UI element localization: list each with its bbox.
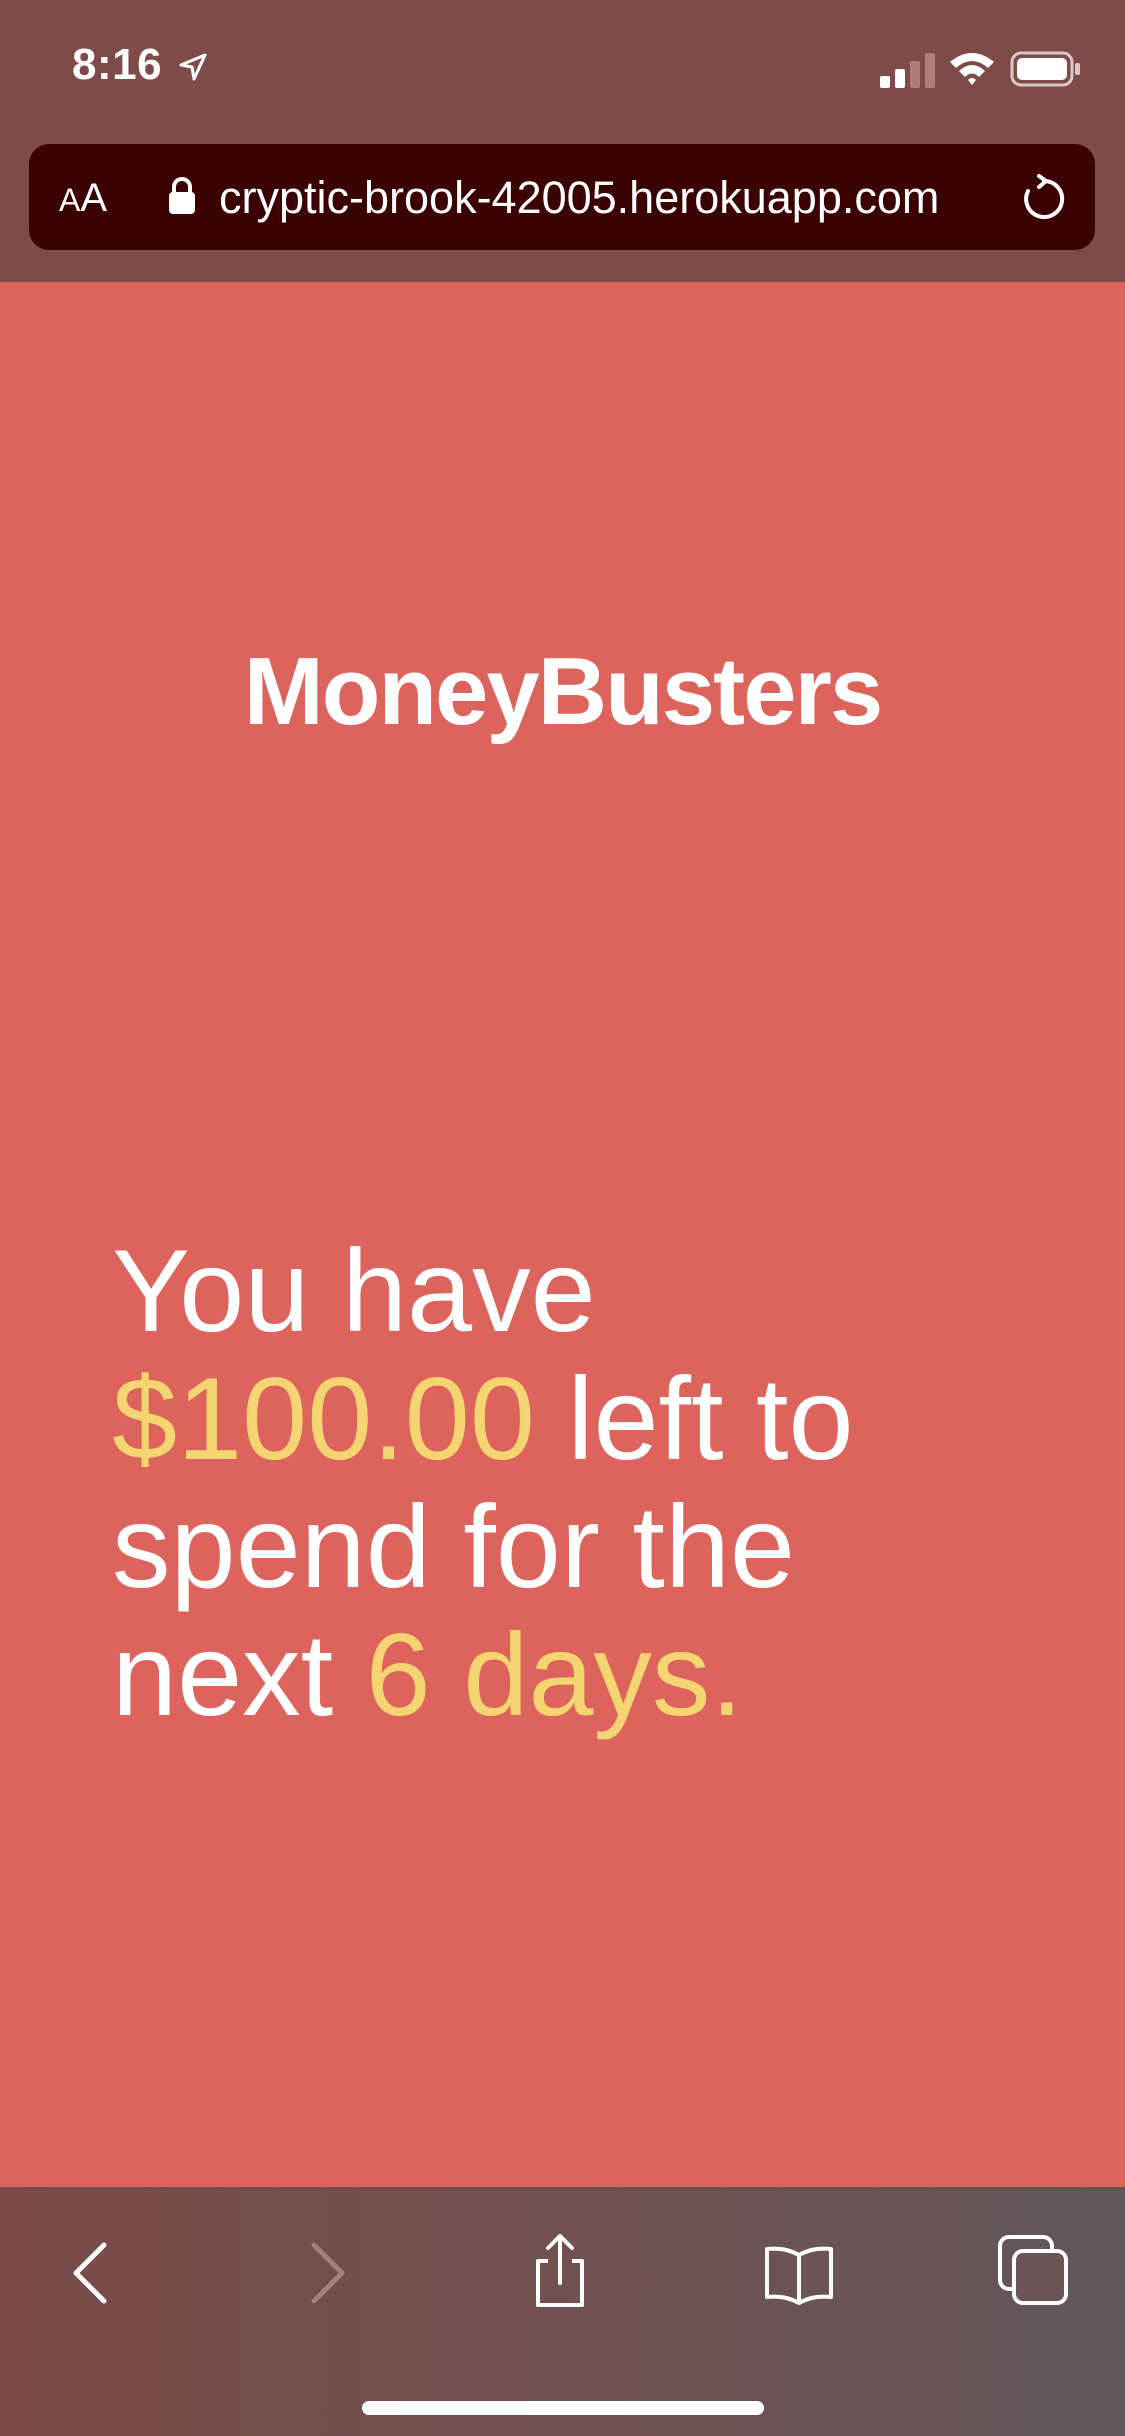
bookmarks-icon[interactable] [759, 2231, 839, 2311]
budget-amount: $100.00 [112, 1353, 535, 1484]
wifi-icon [950, 53, 994, 85]
location-arrow-icon [179, 53, 207, 81]
address-bar[interactable]: AA cryptic-brook-42005.herokuapp.com [29, 144, 1095, 250]
forward-icon[interactable] [286, 2231, 366, 2311]
days-remaining: 6 days. [365, 1609, 743, 1740]
status-time: 8:16 [72, 40, 163, 89]
browser-address-area: AA cryptic-brook-42005.herokuapp.com [0, 140, 1125, 282]
text-size-small-label: A [59, 182, 81, 218]
brand-title: MoneyBusters [243, 638, 884, 745]
tabs-icon[interactable] [994, 2231, 1074, 2311]
status-bar: 8:16 [0, 0, 1125, 140]
text-size-large-label: A [80, 176, 108, 220]
back-icon[interactable] [52, 2231, 132, 2311]
budget-message: You have $100.00 left to spend for the n… [112, 1227, 1012, 1739]
home-indicator[interactable] [362, 2401, 764, 2415]
share-icon[interactable] [520, 2231, 600, 2311]
message-prefix: You have [112, 1225, 596, 1356]
browser-toolbar [0, 2187, 1125, 2436]
cellular-signal-icon [880, 53, 935, 88]
text-size-button[interactable]: AA [59, 170, 149, 226]
url-text[interactable]: cryptic-brook-42005.herokuapp.com [219, 170, 1009, 226]
battery-icon [1010, 51, 1080, 87]
main-content: MoneyBusters You have $100.00 left to sp… [0, 282, 1125, 2187]
lock-icon [169, 177, 195, 214]
reload-icon[interactable] [1019, 174, 1069, 224]
